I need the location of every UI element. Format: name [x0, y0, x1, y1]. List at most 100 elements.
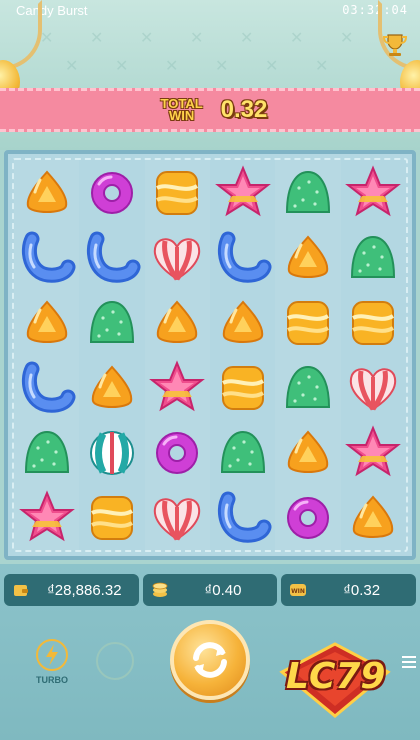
win-icon: WIN [290, 584, 307, 596]
pink-star-icon [345, 164, 402, 216]
board-cell [210, 355, 275, 420]
pink-star-icon [345, 424, 402, 476]
board-cell [210, 485, 275, 550]
orange-drop-icon [287, 430, 329, 473]
win-value: ₫0.32 [343, 581, 381, 599]
board-cell [341, 225, 406, 290]
orange-drop-icon [353, 495, 394, 538]
board-cell [79, 420, 144, 485]
green-gumdrop-icon [351, 235, 396, 278]
menu-icon[interactable] [402, 656, 416, 668]
lightning-icon [36, 639, 68, 671]
green-gumdrop-icon [89, 300, 134, 343]
orange-drop-icon [222, 300, 263, 343]
blue-worm-icon [21, 361, 76, 413]
board-cell [210, 420, 275, 485]
total-win-value: 0.32 [220, 96, 268, 123]
turbo-button[interactable]: TURBO [32, 638, 72, 692]
orange-drop-icon [157, 300, 198, 343]
logo-text: LC79 [286, 656, 386, 697]
striped-heart-icon [154, 237, 201, 280]
board-cell [275, 420, 341, 485]
board-cell [144, 420, 210, 485]
yellow-jelly-icon [286, 300, 330, 345]
striped-heart-icon [350, 367, 397, 410]
board-cell [79, 160, 144, 225]
board-cell [275, 290, 341, 355]
board-cell [14, 485, 80, 550]
striped-heart-icon [154, 497, 201, 540]
board-cell [210, 160, 275, 225]
green-gumdrop-icon [24, 430, 69, 473]
blue-worm-icon [217, 491, 272, 543]
trophy-icon[interactable] [380, 30, 410, 60]
board-cell [14, 290, 80, 355]
board-cell [144, 225, 210, 290]
board-cell [275, 485, 341, 550]
brand-logo: LC79 [276, 642, 394, 718]
board-cell [14, 160, 80, 225]
blue-worm-icon [21, 231, 76, 283]
board-cell [144, 355, 210, 420]
board-cell [14, 420, 80, 485]
board-cell [275, 225, 341, 290]
slot-board [4, 150, 416, 560]
board-cell [341, 485, 406, 550]
orange-drop-icon [287, 235, 329, 278]
controls: TURBO LC79 [0, 620, 420, 730]
board-cell [341, 160, 406, 225]
board-cell [341, 290, 406, 355]
green-gumdrop-icon [285, 170, 330, 213]
svg-text:WIN: WIN [291, 588, 305, 595]
board-cell [341, 355, 406, 420]
win-display: WIN ₫0.32 [281, 574, 417, 606]
pink-star-icon [149, 359, 206, 411]
yellow-jelly-icon [221, 365, 264, 410]
board-cell [210, 225, 275, 290]
balance-value: ₫28,886.32 [47, 581, 122, 599]
purple-ring-icon [90, 171, 133, 214]
green-gumdrop-icon [220, 430, 265, 473]
board-cell [341, 420, 406, 485]
board-cell [79, 355, 144, 420]
yellow-jelly-icon [156, 170, 199, 215]
bet-display[interactable]: ₫0.40 [142, 574, 278, 606]
coins-icon [152, 582, 168, 597]
wallet-icon [14, 585, 28, 596]
yellow-jelly-icon [90, 495, 134, 540]
info-bar: ₫28,886.32 ₫0.40 WIN ₫0.32 [4, 574, 417, 606]
turbo-label: TURBO [36, 675, 68, 685]
board-cell [79, 485, 144, 550]
bet-value: ₫0.40 [204, 581, 242, 599]
purple-ring-icon [156, 431, 199, 474]
pink-star-icon [18, 489, 75, 541]
board-cell [144, 160, 210, 225]
green-gumdrop-icon [285, 365, 330, 408]
board-cell [144, 290, 210, 355]
balance-display[interactable]: ₫28,886.32 [4, 574, 139, 606]
board-cell [79, 225, 144, 290]
total-win-banner: TOTAL WIN 0.32 [0, 88, 420, 132]
purple-ring-icon [286, 496, 329, 539]
board-cell [275, 355, 341, 420]
board-cell [275, 160, 341, 225]
orange-drop-icon [26, 300, 67, 343]
striped-ball-icon [89, 430, 134, 475]
orange-drop-icon [26, 170, 67, 213]
blue-worm-icon [86, 231, 141, 283]
spin-arrows-icon [193, 642, 227, 678]
board-cell [210, 290, 275, 355]
game-header: ✕ ✕ ✕ ✕ ✕ ✕ ✕ ✕ ✕ ✕ ✕ ✕ ✕ Candy Burst 03:32:04 T… [0, 0, 420, 150]
board-cell [144, 485, 210, 550]
blue-worm-icon [217, 231, 272, 283]
control-panel: ₫28,886.32 ₫0.40 WIN ₫0.32 TURBO LC79 [0, 564, 420, 740]
board-cell [79, 290, 144, 355]
autoplay-button[interactable] [96, 642, 134, 680]
symbol-grid [12, 158, 408, 552]
yellow-jelly-icon [352, 300, 395, 345]
pink-star-icon [214, 164, 271, 216]
board-cell [14, 355, 80, 420]
board-cell [14, 225, 80, 290]
orange-drop-icon [91, 365, 133, 408]
spin-button[interactable] [170, 620, 250, 700]
